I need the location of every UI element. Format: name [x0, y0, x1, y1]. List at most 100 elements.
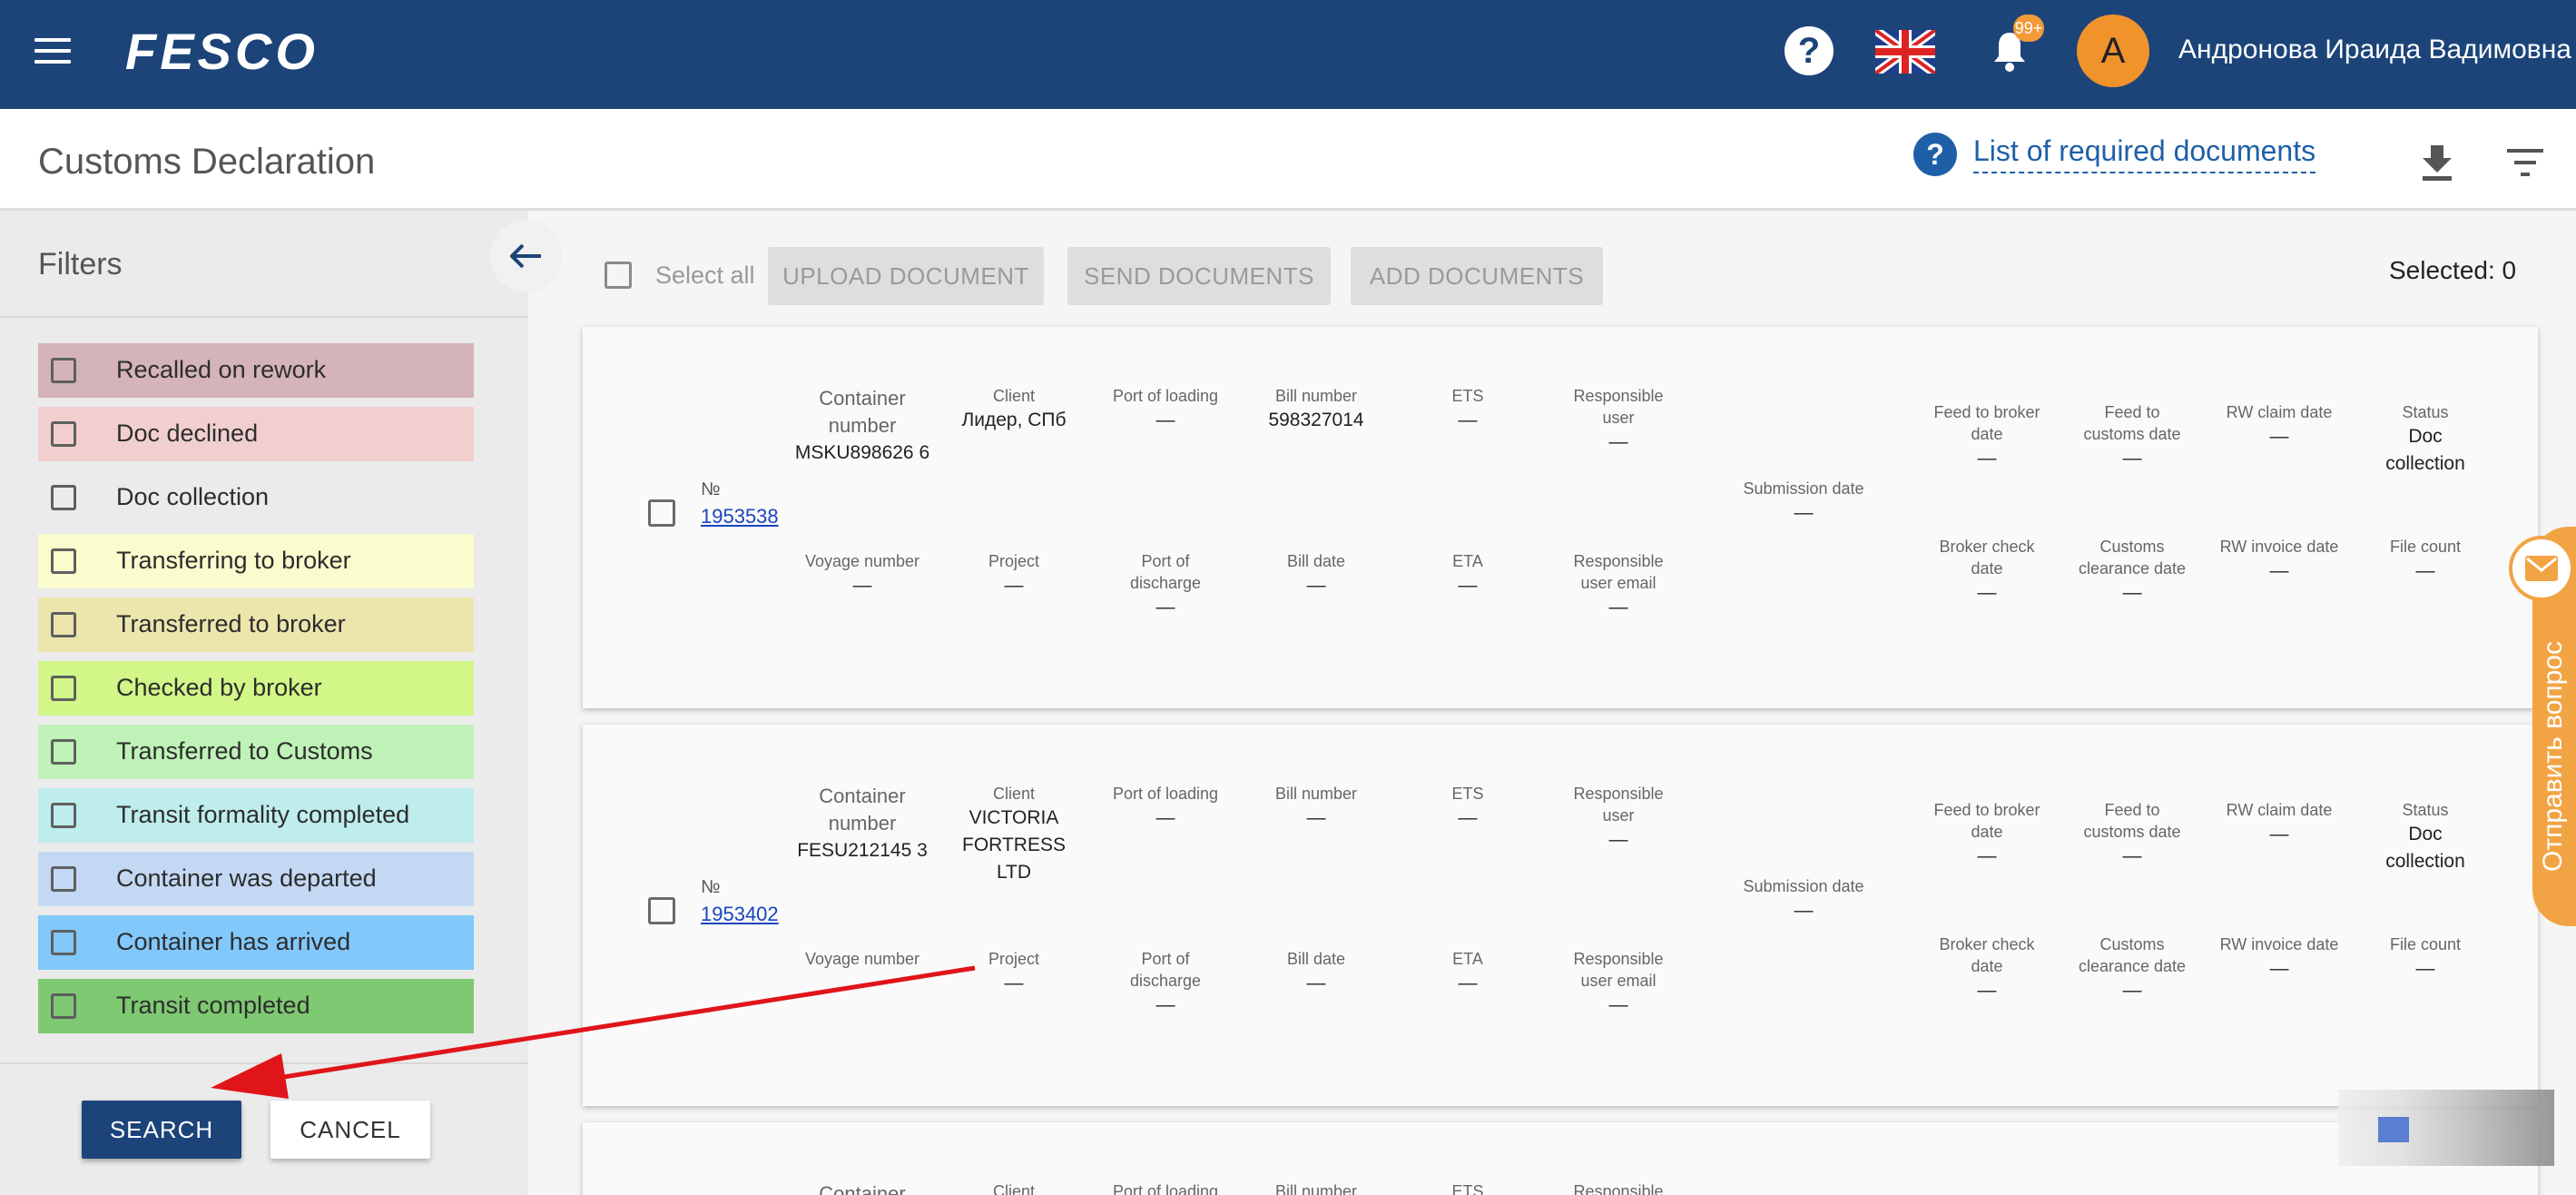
- container-number-field: Container number FESU212145 3: [797, 785, 928, 861]
- blurred-widget: [2338, 1090, 2554, 1166]
- search-button[interactable]: SEARCH: [82, 1101, 241, 1159]
- number-prefix: №: [701, 877, 721, 897]
- status-filter-item[interactable]: Recalled on rework: [38, 343, 474, 398]
- status-filter-item[interactable]: Container was departed: [38, 852, 474, 906]
- filters-header: Filters: [0, 211, 563, 318]
- container-number-field: Container number: [819, 1182, 906, 1195]
- row-checkbox[interactable]: [648, 499, 675, 527]
- notification-badge: 99+: [2013, 15, 2044, 42]
- status-label: Doc declined: [116, 420, 259, 447]
- submission-date-field: Submission date —: [1743, 479, 1864, 523]
- filters-panel: Filters Recalled on rework Doc declined …: [0, 211, 563, 1195]
- select-all-label[interactable]: Select all: [655, 262, 755, 290]
- voyage-number-field: Voyage number: [804, 950, 920, 968]
- mail-icon[interactable]: [2509, 536, 2574, 601]
- feed-customs-field: Feed to customs date —: [2083, 801, 2181, 866]
- status-checkbox[interactable]: [51, 548, 76, 574]
- status-checkbox[interactable]: [51, 739, 76, 765]
- upload-document-button[interactable]: UPLOAD DOCUMENT: [768, 247, 1044, 305]
- status-field: Status Doc collection: [2385, 403, 2465, 474]
- port-discharge-field: Port of discharge —: [1129, 552, 1202, 617]
- declaration-card[interactable]: Container number Client Port of loading …: [583, 1122, 2538, 1195]
- rw-invoice-field: RW invoice date —: [2219, 538, 2339, 581]
- status-filter-item[interactable]: Container has arrived: [38, 915, 474, 970]
- rw-claim-field: RW claim date —: [2226, 801, 2333, 844]
- send-question-label[interactable]: Отправить вопрос: [2538, 641, 2569, 872]
- avatar[interactable]: A: [2077, 15, 2149, 87]
- status-filter-list: Recalled on rework Doc declined Doc coll…: [38, 343, 474, 1042]
- project-field: Project —: [988, 950, 1040, 993]
- status-checkbox[interactable]: [51, 676, 76, 701]
- filter-icon[interactable]: [2507, 147, 2543, 178]
- customs-clearance-field: Customs clearance date —: [2078, 935, 2187, 1001]
- blurred-widget-part: [2378, 1117, 2409, 1142]
- file-count-field: File count —: [2389, 538, 2462, 581]
- feed-broker-field: Feed to broker date —: [1933, 801, 2040, 866]
- status-checkbox[interactable]: [51, 866, 76, 892]
- responsible-user-field: Responsible user —: [1573, 387, 1664, 452]
- bill-date-field: Bill date —: [1286, 552, 1346, 596]
- select-all-checkbox[interactable]: [605, 262, 632, 289]
- port-loading-field: Port of loading —: [1112, 387, 1219, 430]
- status-checkbox[interactable]: [51, 803, 76, 828]
- port-discharge-field: Port of discharge —: [1129, 950, 1202, 1015]
- filters-title: Filters: [38, 247, 123, 281]
- container-number-field: Container number MSKU898626 6: [794, 387, 930, 463]
- menu-icon[interactable]: [34, 38, 71, 65]
- status-label: Container was departed: [116, 864, 377, 892]
- declaration-card[interactable]: № 1953402 Container number FESU212145 3 …: [583, 725, 2538, 1106]
- bill-number-field: Bill number: [1274, 1182, 1358, 1195]
- help-icon[interactable]: ?: [1785, 26, 1834, 75]
- declaration-number-link[interactable]: 1953538: [701, 505, 779, 528]
- cancel-button[interactable]: CANCEL: [270, 1101, 430, 1159]
- bill-date-field: Bill date —: [1286, 950, 1346, 993]
- status-checkbox[interactable]: [51, 358, 76, 383]
- feed-broker-field: Feed to broker date —: [1933, 403, 2040, 469]
- download-icon[interactable]: [2422, 145, 2453, 182]
- top-header: FESCO ? 99+ A Андронова Ираида Вадимовна: [0, 0, 2576, 109]
- ets-field: ETS: [1451, 1182, 1484, 1195]
- rw-claim-field: RW claim date —: [2226, 403, 2333, 447]
- row-checkbox[interactable]: [648, 897, 675, 924]
- status-filter-item[interactable]: Transferring to broker: [38, 534, 474, 588]
- eta-field: ETA —: [1452, 552, 1483, 596]
- status-filter-item[interactable]: Transit formality completed: [38, 788, 474, 843]
- project-field: Project —: [988, 552, 1040, 596]
- declaration-number-link[interactable]: 1953402: [701, 903, 779, 926]
- status-filter-item[interactable]: Transit completed: [38, 979, 474, 1033]
- number-prefix: №: [701, 479, 721, 499]
- status-checkbox[interactable]: [51, 993, 76, 1019]
- fesco-logo[interactable]: FESCO: [125, 25, 429, 76]
- responsible-email-field: Responsible user email —: [1573, 552, 1664, 617]
- bill-number-field: Bill number —: [1274, 785, 1358, 828]
- required-documents-link[interactable]: List of required documents: [1973, 134, 2316, 173]
- status-filter-item[interactable]: Doc collection: [38, 470, 474, 525]
- send-documents-button[interactable]: SEND DOCUMENTS: [1067, 247, 1331, 305]
- status-filter-item[interactable]: Transferred to broker: [38, 598, 474, 652]
- add-documents-button[interactable]: ADD DOCUMENTS: [1351, 247, 1603, 305]
- client-field: Client VICTORIA FORTRESS LTD: [962, 785, 1066, 883]
- user-name[interactable]: Андронова Ираида Вадимовна: [2178, 35, 2571, 65]
- eta-field: ETA —: [1452, 950, 1483, 993]
- uk-flag-icon[interactable]: [1875, 30, 1935, 74]
- status-filter-item[interactable]: Doc declined: [38, 407, 474, 461]
- status-filter-item[interactable]: Transferred to Customs: [38, 725, 474, 779]
- declaration-card[interactable]: № 1953538 Container number MSKU898626 6 …: [583, 327, 2538, 708]
- selected-count: Selected: 0: [2389, 256, 2517, 284]
- status-filter-item[interactable]: Checked by broker: [38, 661, 474, 716]
- status-checkbox[interactable]: [51, 421, 76, 447]
- arrow-left-icon: [510, 243, 541, 269]
- rw-invoice-field: RW invoice date —: [2219, 935, 2339, 979]
- ets-field: ETS —: [1451, 387, 1484, 430]
- divider: [0, 1062, 528, 1064]
- status-checkbox[interactable]: [51, 485, 76, 510]
- client-field: Client: [992, 1182, 1036, 1195]
- ets-field: ETS —: [1451, 785, 1484, 828]
- status-checkbox[interactable]: [51, 612, 76, 637]
- voyage-number-field: Voyage number —: [804, 552, 920, 596]
- status-checkbox[interactable]: [51, 930, 76, 955]
- feed-customs-field: Feed to customs date —: [2083, 403, 2181, 469]
- status-label: Doc collection: [116, 483, 270, 510]
- question-icon[interactable]: ?: [1913, 133, 1957, 176]
- collapse-filters-button[interactable]: [490, 220, 563, 292]
